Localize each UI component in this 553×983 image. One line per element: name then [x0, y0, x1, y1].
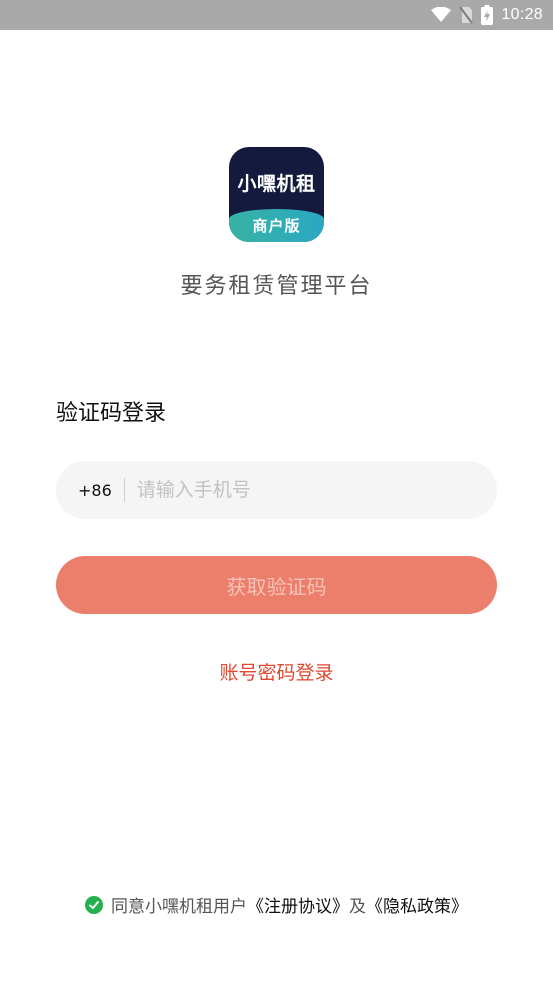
get-code-button[interactable]: 获取验证码	[56, 556, 497, 614]
register-agreement-link[interactable]: 《注册协议》	[247, 892, 349, 917]
platform-subtitle: 要务租赁管理平台	[180, 274, 373, 299]
agreement-row: 同意小嘿机租用户 《注册协议》 及 《隐私政策》	[0, 892, 553, 917]
agreement-prefix: 同意小嘿机租用户	[111, 897, 247, 917]
login-title: 验证码登录	[56, 401, 167, 426]
status-bar: 10:28	[0, 0, 553, 30]
battery-charging-icon	[481, 5, 494, 25]
wifi-icon	[431, 7, 452, 23]
privacy-policy-link[interactable]: 《隐私政策》	[366, 892, 468, 917]
phone-prefix[interactable]: +86	[78, 481, 112, 500]
phone-input[interactable]	[136, 479, 437, 501]
logo-sub-text: 商户版	[252, 217, 301, 235]
account-login-link[interactable]: 账号密码登录	[0, 658, 553, 685]
logo-main-text: 小嘿机租	[237, 173, 316, 195]
checkmark-icon[interactable]	[85, 895, 103, 914]
app-logo: 小嘿机租 商户版	[229, 147, 324, 242]
prefix-divider	[123, 478, 125, 502]
no-sim-icon	[459, 6, 474, 24]
status-time: 10:28	[501, 6, 543, 23]
agreement-middle: 及	[349, 897, 366, 917]
phone-input-container[interactable]: +86	[56, 461, 497, 519]
